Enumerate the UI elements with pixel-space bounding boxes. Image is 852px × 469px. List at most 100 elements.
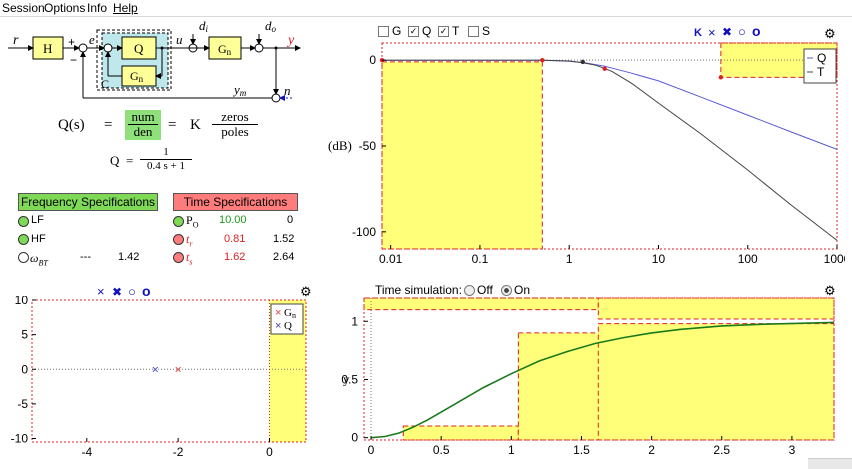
- bode-xtick-label: 10: [652, 252, 666, 266]
- zeros-poles-fraction: zeros poles: [212, 110, 258, 139]
- time-spec-region-upper2: [597, 297, 835, 320]
- add-complex-zero-button[interactable]: o: [752, 23, 761, 39]
- checkbox-q-label: Q: [422, 24, 432, 38]
- menu-options[interactable]: Options: [44, 1, 85, 15]
- time-spec-region-lower3: [597, 323, 835, 441]
- time-xtick-label: 0: [368, 443, 375, 457]
- wbt-dash: ---: [80, 251, 91, 263]
- signal-u: u: [176, 32, 183, 47]
- bode-ylabel: (dB): [328, 138, 352, 153]
- qs-label: Q(s): [58, 117, 85, 133]
- menu-bar: Session Options Info Help: [0, 0, 852, 17]
- ts-spec[interactable]: 1.62: [224, 251, 245, 263]
- signal-n: n: [284, 83, 291, 98]
- po-spec[interactable]: 10.00: [219, 214, 247, 226]
- hf-label: HF: [31, 233, 46, 245]
- pz-xtick-label: -2: [173, 445, 184, 459]
- bode-xtick-label: 0.01: [379, 252, 403, 266]
- pz-legend-marker: ×: [275, 320, 281, 332]
- menu-help[interactable]: Help: [113, 1, 138, 15]
- pz-ytick-label: 10: [15, 296, 29, 307]
- q-eq-sign: =: [126, 153, 134, 168]
- signal-y: y: [286, 33, 295, 48]
- lf-label: LF: [31, 214, 44, 226]
- checkbox-g[interactable]: [378, 26, 389, 37]
- pz-xtick-label: 0: [266, 445, 273, 459]
- den-label: den: [128, 124, 158, 139]
- lf-indicator[interactable]: [18, 216, 29, 227]
- time-xtick-label: 1: [508, 443, 515, 457]
- add-real-pole-button[interactable]: ×: [708, 25, 716, 40]
- q-den: 0.4 s + 1: [140, 159, 192, 173]
- add-gain-button[interactable]: K: [694, 27, 702, 39]
- q-eq-lhs: Q: [110, 153, 120, 168]
- tr-spec[interactable]: 0.81: [224, 233, 245, 245]
- bode-point: [602, 66, 607, 71]
- time-xtick-label: 0.5: [433, 443, 450, 457]
- signal-do: do: [265, 18, 277, 34]
- hf-indicator[interactable]: [18, 234, 29, 245]
- h-label: H: [43, 41, 52, 56]
- block-diagram: r H + − e Q Gn C u Gn di do y n ym: [8, 18, 301, 103]
- pz-ytick-label: -5: [17, 397, 28, 411]
- bode-plot: 0.01 0.1 1 10 100 1000 0 -50 -100 (dB) QT: [328, 42, 845, 266]
- k-label: K: [190, 117, 201, 133]
- time-ytick-label: 0: [351, 431, 358, 445]
- checkbox-q[interactable]: ✓: [408, 26, 419, 37]
- pz-legend-marker: ×: [275, 307, 281, 319]
- checkbox-s-label: S: [482, 24, 491, 38]
- menu-info[interactable]: Info: [87, 1, 107, 15]
- sum-do: [254, 43, 264, 53]
- pz-ytick-label: -10: [11, 432, 29, 446]
- pz-marker-q: ×: [152, 362, 159, 376]
- time-ylabel: y: [343, 371, 350, 386]
- minus-sign: −: [70, 53, 77, 67]
- wbt-value: 1.42: [118, 251, 140, 263]
- checkbox-t[interactable]: ✓: [438, 26, 449, 37]
- add-complex-pole-button[interactable]: ✖: [722, 25, 732, 39]
- sum-inner: [103, 43, 113, 53]
- poles-label: poles: [212, 124, 258, 139]
- q-num: 1: [163, 146, 169, 158]
- eq-sign-1: =: [104, 117, 113, 133]
- bode-xtick-label: 1: [566, 252, 573, 266]
- tr-indicator[interactable]: [173, 234, 184, 245]
- bode-xtick-label: 100: [738, 252, 758, 266]
- resize-grip[interactable]: [808, 458, 852, 469]
- ts-indicator[interactable]: [173, 252, 184, 263]
- bode-point: [580, 59, 585, 65]
- wbt-indicator[interactable]: [18, 252, 29, 263]
- signal-r: r: [13, 33, 19, 48]
- checkbox-s[interactable]: [468, 26, 479, 37]
- time-specifications-button[interactable]: Time Specifications: [173, 193, 298, 211]
- sum-noise: [271, 93, 281, 103]
- bode-legend-label: Q: [817, 51, 826, 65]
- pz-marker-gn: ×: [175, 362, 182, 376]
- time-ytick-label: 1: [351, 314, 358, 328]
- bode-settings-gear-icon[interactable]: ⚙: [824, 27, 836, 40]
- wbt-label: ωBT: [30, 251, 48, 268]
- signal-ym: ym: [232, 82, 247, 98]
- num-label: num: [131, 109, 155, 124]
- q-label: Q: [134, 41, 144, 56]
- signal-di: di: [199, 18, 209, 34]
- bode-ytick-label: -50: [359, 139, 377, 153]
- time-xtick-label: 1.5: [573, 443, 590, 457]
- add-real-zero-button[interactable]: ○: [738, 24, 746, 39]
- pz-ytick-label: 0: [21, 362, 28, 376]
- num-den-fraction: num den: [125, 110, 161, 140]
- frequency-specifications-button[interactable]: Frequency Specifications: [18, 193, 158, 211]
- time-xtick-label: 2.5: [713, 443, 730, 457]
- po-value: 0: [287, 214, 294, 226]
- pz-ytick-label: 5: [21, 328, 28, 342]
- ts-label: ts: [186, 250, 193, 267]
- bode-point: [540, 57, 545, 63]
- bode-xtick-label: 1000: [824, 252, 845, 266]
- menu-session[interactable]: Session: [2, 1, 45, 15]
- signal-e: e: [89, 32, 95, 47]
- checkbox-t-label: T: [452, 24, 460, 38]
- po-indicator[interactable]: [173, 216, 184, 227]
- bode-xtick-label: 0.1: [472, 252, 489, 266]
- bode-ytick-label: -100: [352, 225, 376, 239]
- bode-ytick-label: 0: [369, 53, 376, 67]
